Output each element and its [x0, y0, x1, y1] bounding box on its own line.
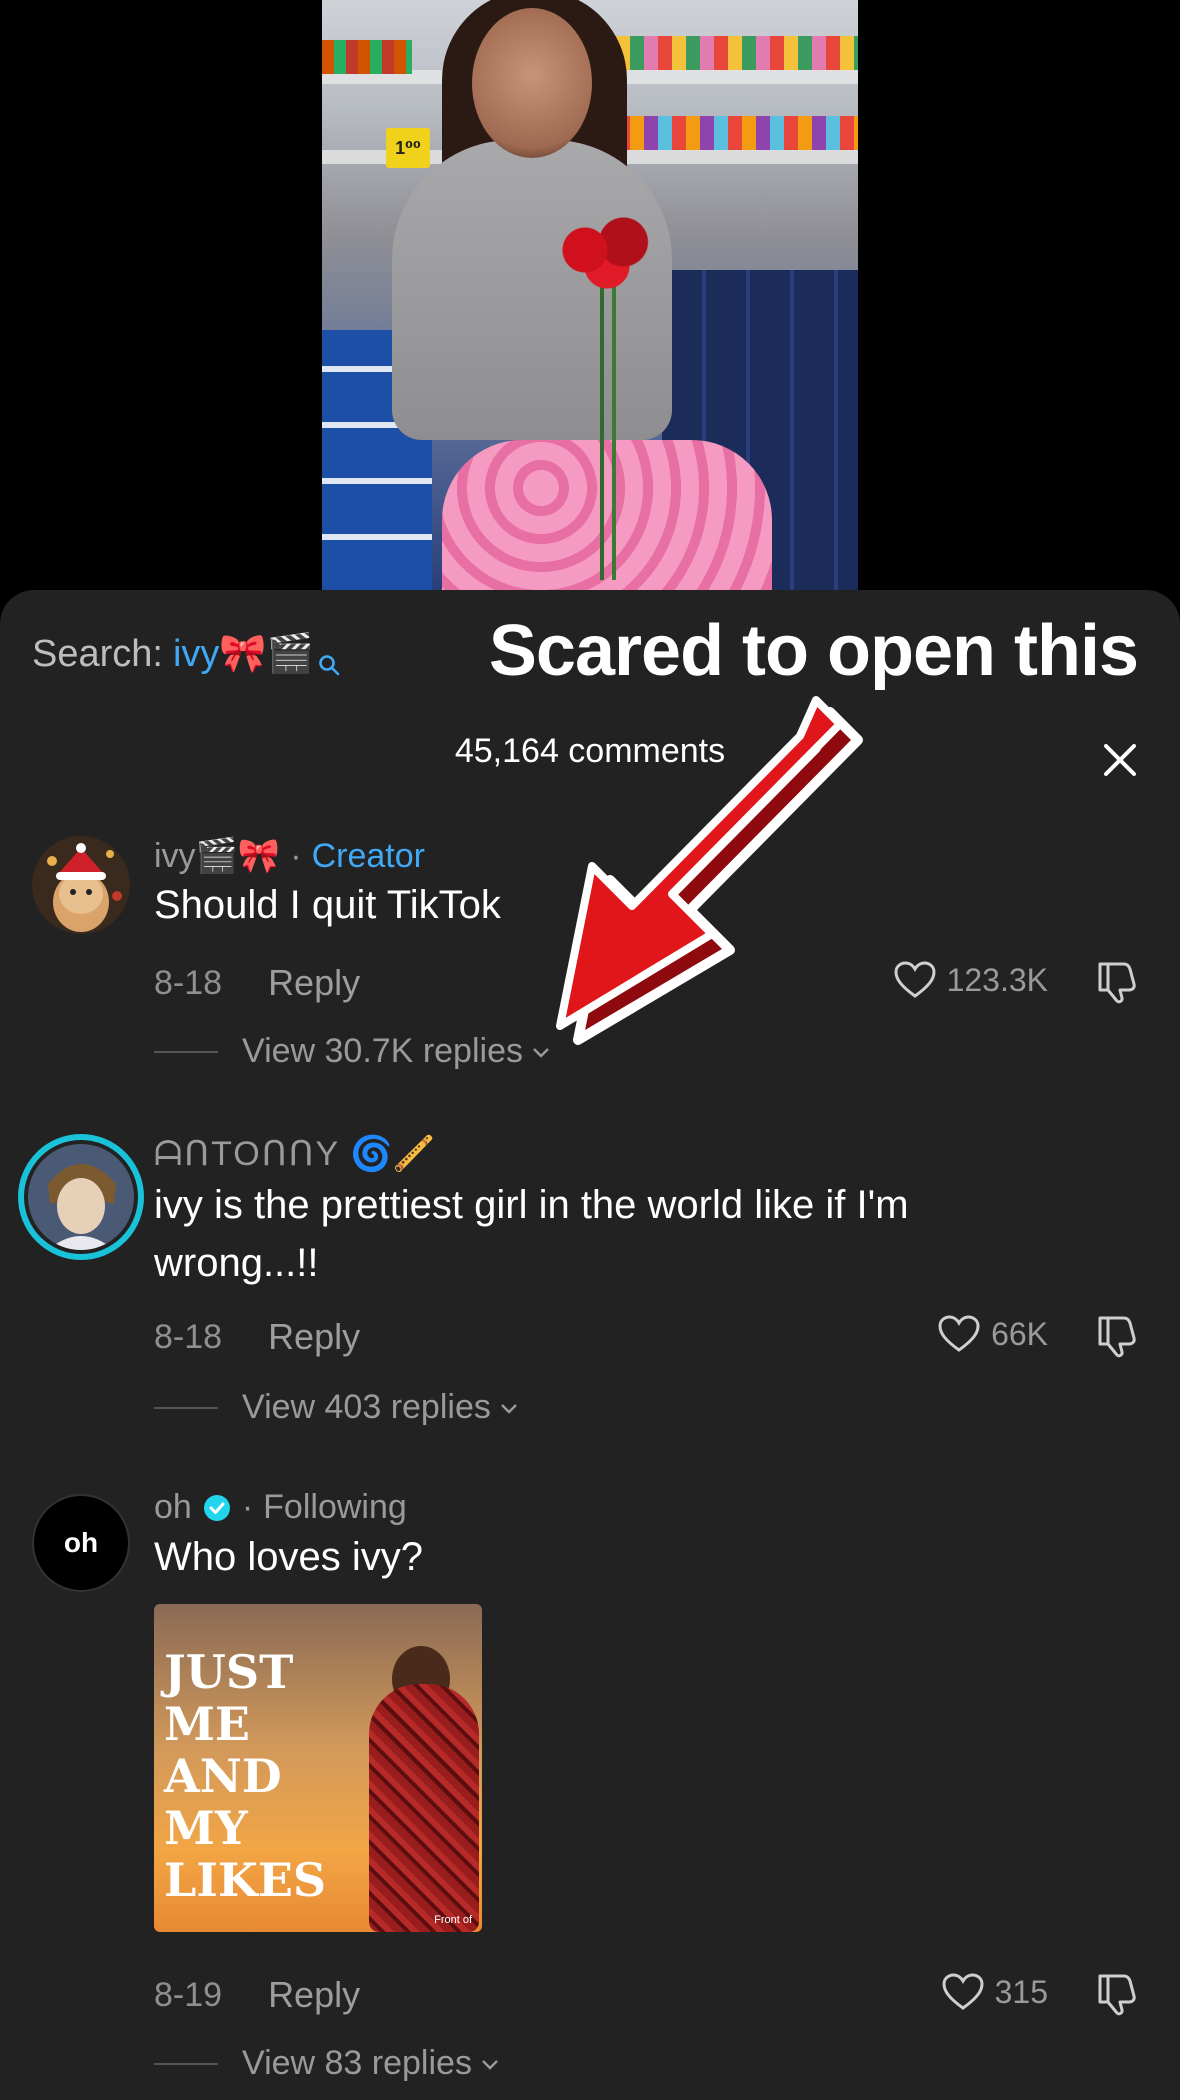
video-overlay-title: Scared to open this — [488, 611, 1139, 691]
video-frame[interactable]: 1⁰⁰ — [322, 0, 858, 590]
verified-badge-icon — [203, 1494, 230, 1521]
view-replies-link[interactable]: View 403 replies — [154, 1388, 521, 1427]
search-suggestion[interactable]: Search: ivy🎀🎬 — [32, 632, 340, 676]
reply-button[interactable]: Reply — [268, 1974, 360, 2016]
search-term[interactable]: ivy🎀🎬 — [173, 632, 314, 676]
like-button[interactable]: 315 — [941, 1972, 1048, 2012]
comment-username-row: ivy🎬🎀 · Creator — [154, 836, 425, 876]
view-replies-link[interactable]: View 83 replies — [154, 2044, 502, 2083]
username[interactable]: ᗩᑎTOᑎᑎY — [154, 1134, 340, 1174]
avatar[interactable]: oh — [32, 1494, 130, 1592]
thumbs-down-icon[interactable] — [1094, 1312, 1140, 1358]
divider — [154, 1406, 218, 1409]
username-emoji: 🌀🪈 — [350, 1135, 435, 1173]
heart-icon[interactable] — [941, 1972, 985, 2012]
avatar[interactable] — [32, 836, 130, 934]
shelf-products — [602, 36, 858, 70]
following-status: Following — [263, 1488, 407, 1526]
reply-button[interactable]: Reply — [268, 962, 360, 1004]
close-icon[interactable] — [1096, 736, 1144, 784]
shelf-products — [602, 116, 858, 150]
thumbs-down-icon[interactable] — [1094, 1970, 1140, 2016]
roses-bouquet — [552, 210, 662, 290]
avatar[interactable] — [18, 1134, 144, 1260]
like-button[interactable]: 66K — [937, 1314, 1048, 1354]
comment-meta: 8-18 Reply — [154, 1316, 360, 1358]
heart-icon[interactable] — [893, 960, 937, 1000]
separator: · — [241, 1488, 254, 1526]
view-replies-link[interactable]: View 30.7K replies — [154, 1032, 553, 1071]
video-player[interactable]: 1⁰⁰ — [0, 0, 1180, 600]
comment-image[interactable]: JUST ME AND MY LIKES Front of — [154, 1604, 482, 1932]
comment-meta: 8-19 Reply — [154, 1974, 360, 2016]
search-icon[interactable] — [318, 643, 340, 676]
dislike-button[interactable] — [1094, 1970, 1140, 2016]
meme-credit: Front of — [434, 1914, 472, 1926]
username[interactable]: ivy🎬🎀 — [154, 836, 280, 876]
like-count: 66K — [991, 1315, 1048, 1352]
reply-button[interactable]: Reply — [268, 1316, 360, 1358]
comment-date: 8-18 — [154, 1317, 223, 1356]
comment-text: ivy is the prettiest girl in the world l… — [154, 1183, 909, 1285]
comment-date: 8-18 — [154, 963, 223, 1002]
like-button[interactable]: 123.3K — [893, 960, 1048, 1000]
view-replies-label[interactable]: View 30.7K replies — [242, 1032, 523, 1071]
like-count: 315 — [994, 1973, 1048, 2010]
red-arrow-overlay — [556, 696, 863, 1045]
shelf-products — [322, 40, 412, 74]
heart-icon[interactable] — [937, 1314, 981, 1354]
comment-username-row: oh · Following — [154, 1488, 407, 1527]
person-head — [472, 8, 592, 158]
meme-caption: JUST ME AND MY LIKES — [164, 1645, 327, 1907]
like-count: 123.3K — [946, 961, 1048, 998]
meme-person — [369, 1684, 479, 1932]
search-prefix: Search: — [32, 632, 163, 675]
dislike-button[interactable] — [1094, 1312, 1140, 1358]
view-replies-label[interactable]: View 403 replies — [242, 1388, 491, 1427]
chevron-down-icon — [482, 2059, 498, 2070]
dislike-button[interactable] — [1094, 958, 1140, 1004]
view-replies-label[interactable]: View 83 replies — [242, 2044, 472, 2083]
person-body — [392, 140, 672, 440]
thumbs-down-icon[interactable] — [1094, 958, 1140, 1004]
chevron-down-icon — [501, 1403, 517, 1414]
comment-text: Who loves ivy? — [154, 1535, 423, 1579]
comment-username-row: ᗩᑎTOᑎᑎY 🌀🪈 — [154, 1134, 435, 1174]
close-button[interactable] — [1096, 736, 1144, 784]
avatar-label: oh — [63, 1527, 99, 1558]
comment-date: 8-19 — [154, 1975, 223, 2014]
creator-badge: Creator — [311, 836, 425, 875]
username[interactable]: oh — [154, 1488, 192, 1527]
comment-meta: 8-18 Reply — [154, 962, 360, 1004]
divider — [154, 1050, 218, 1053]
price-tag: 1⁰⁰ — [386, 128, 430, 168]
rose-stems — [590, 280, 630, 580]
separator: · — [290, 836, 302, 875]
divider — [154, 2062, 218, 2065]
